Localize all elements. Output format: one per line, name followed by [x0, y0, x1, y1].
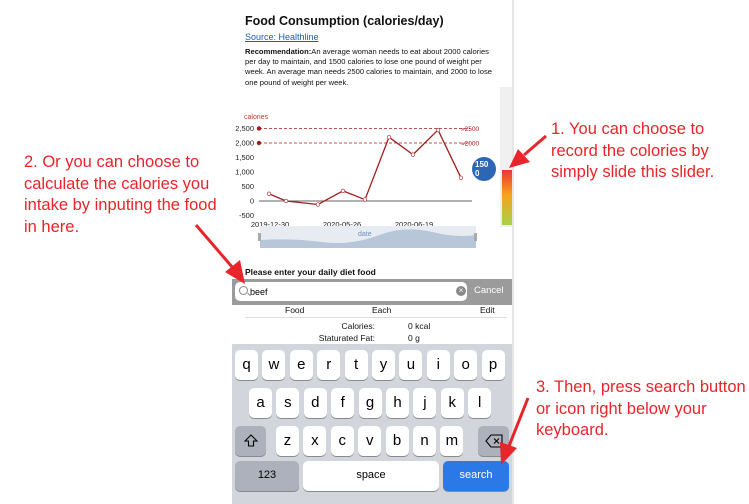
arrow-to-search-key-head [500, 442, 517, 465]
arrow-to-search [194, 224, 235, 269]
arrow-to-search-key [507, 397, 530, 447]
annotation-arrows [194, 134, 547, 465]
arrow-to-slider [523, 134, 547, 157]
